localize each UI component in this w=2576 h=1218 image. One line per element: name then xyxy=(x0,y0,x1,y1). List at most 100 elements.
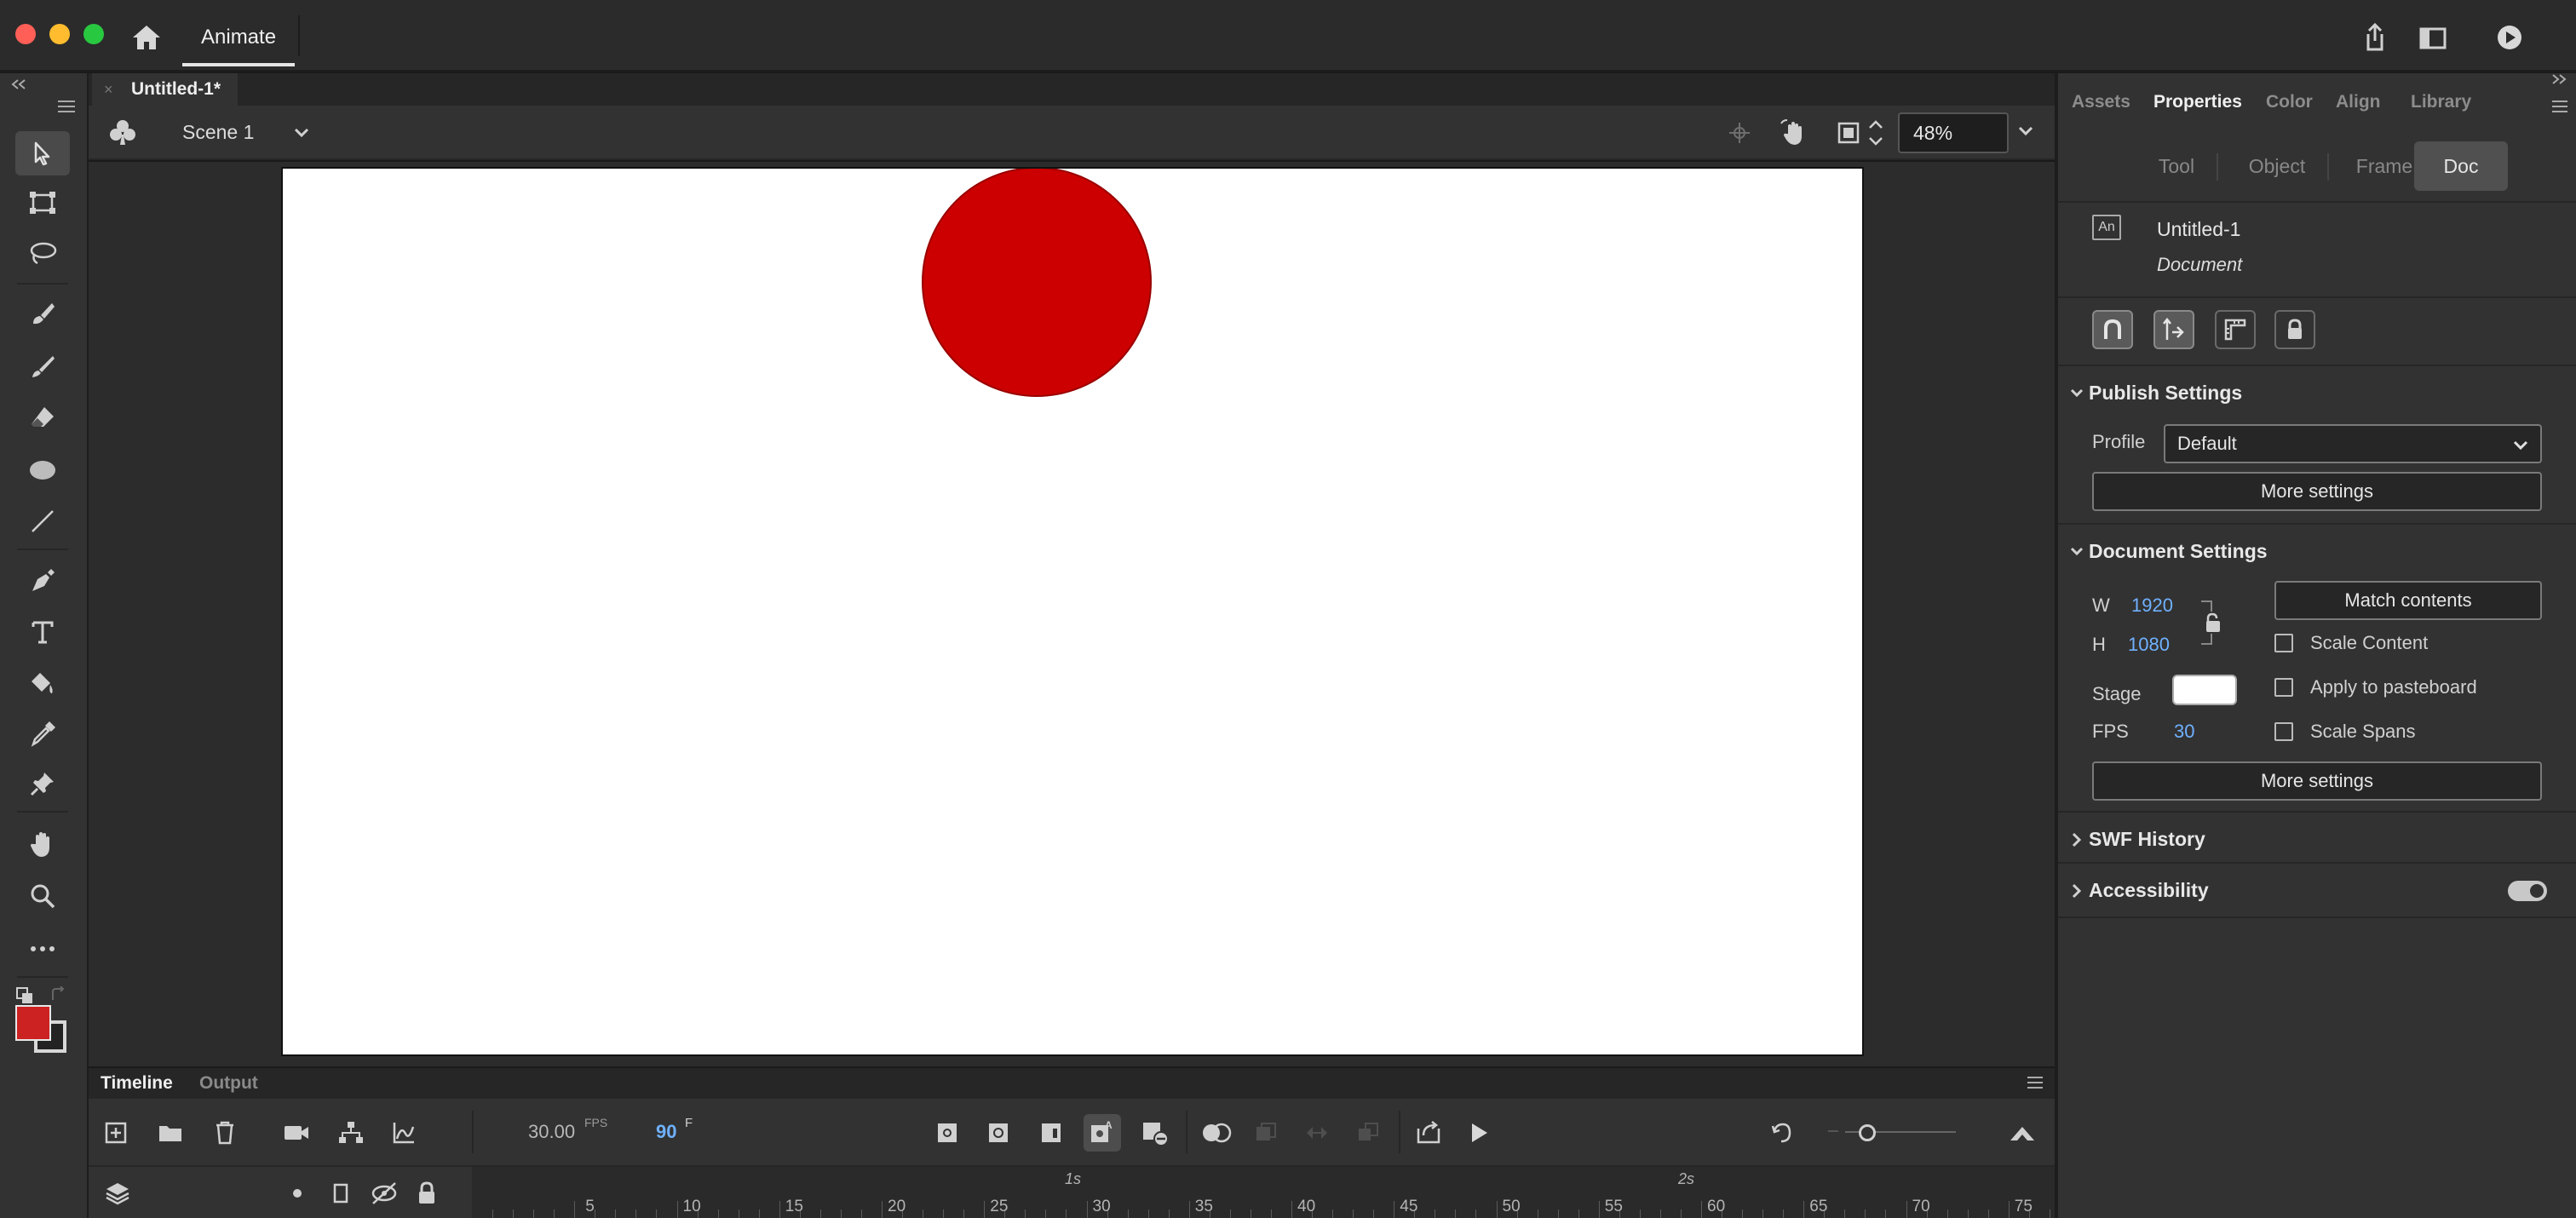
scene-icon[interactable] xyxy=(107,118,138,148)
snap-magnet-icon[interactable] xyxy=(2092,310,2133,349)
zoom-input[interactable]: 48% xyxy=(1898,112,2009,153)
close-window-button[interactable] xyxy=(15,24,36,44)
subtab-object[interactable]: Object xyxy=(2228,141,2326,191)
tab-timeline[interactable]: Timeline xyxy=(101,1068,173,1099)
tab-properties[interactable]: Properties xyxy=(2153,92,2242,112)
selection-tool-icon[interactable] xyxy=(15,131,70,175)
app-tab-animate[interactable]: Animate xyxy=(182,14,296,66)
line-tool-icon[interactable] xyxy=(15,499,70,543)
scale-spans-checkbox[interactable] xyxy=(2274,722,2293,741)
paint-brush-tool-icon[interactable] xyxy=(15,291,70,336)
insert-classic-tween-icon[interactable] xyxy=(1349,1114,1387,1152)
document-tab[interactable]: × Untitled-1* xyxy=(92,73,238,106)
pasteboard[interactable] xyxy=(89,162,2055,1066)
expand-timeline-icon[interactable] xyxy=(2004,1114,2041,1152)
publish-more-settings-button[interactable]: More settings xyxy=(2092,472,2542,511)
tab-align[interactable]: Align xyxy=(2336,92,2381,112)
remove-frame-icon[interactable] xyxy=(1136,1114,1174,1152)
stage[interactable] xyxy=(281,167,1864,1056)
height-value[interactable]: 1080 xyxy=(2128,634,2170,656)
document-more-settings-button[interactable]: More settings xyxy=(2092,761,2542,801)
rulers-icon[interactable] xyxy=(2215,310,2256,349)
timeline-ruler[interactable]: 1s 2s 5 10 15 20 25 30 35 40 45 50 55 60 65 70 75 xyxy=(472,1165,2055,1218)
center-stage-icon[interactable] xyxy=(1722,116,1757,150)
clip-content-icon[interactable] xyxy=(1831,116,1866,150)
panel-menu-icon[interactable] xyxy=(2550,99,2569,114)
graph-icon[interactable] xyxy=(385,1114,423,1152)
tab-color[interactable]: Color xyxy=(2266,92,2313,112)
document-settings-heading[interactable]: Document Settings xyxy=(2089,540,2268,563)
current-frame-value[interactable]: 90 xyxy=(656,1121,676,1143)
new-folder-icon[interactable] xyxy=(152,1114,189,1152)
outline-layers-icon[interactable] xyxy=(332,1182,349,1204)
hand-tool-icon[interactable] xyxy=(15,823,70,867)
chevron-down-icon[interactable] xyxy=(2067,542,2087,562)
scene-name[interactable]: Scene 1 xyxy=(182,121,254,144)
edit-document-properties-icon[interactable] xyxy=(2153,310,2194,349)
eyedropper-tool-icon[interactable] xyxy=(15,712,70,756)
chevron-right-icon[interactable] xyxy=(2067,881,2087,901)
test-movie-play-icon[interactable] xyxy=(2493,20,2527,55)
default-colors-icon[interactable] xyxy=(15,986,34,1005)
link-dimensions-icon[interactable] xyxy=(2199,598,2223,649)
more-tools-icon[interactable] xyxy=(15,927,70,971)
classic-brush-tool-icon[interactable] xyxy=(15,344,70,388)
fps-value[interactable]: 30 xyxy=(2174,721,2194,743)
tab-assets[interactable]: Assets xyxy=(2072,92,2130,112)
minimize-window-button[interactable] xyxy=(49,24,70,44)
paint-bucket-tool-icon[interactable] xyxy=(15,661,70,705)
new-layer-icon[interactable] xyxy=(97,1114,135,1152)
eraser-tool-icon[interactable] xyxy=(15,395,70,440)
panel-menu-icon[interactable] xyxy=(2026,1075,2044,1090)
zoom-out-icon[interactable] xyxy=(1826,1123,1840,1140)
edit-multiple-frames-icon[interactable] xyxy=(1247,1114,1285,1152)
layer-parenting-icon[interactable] xyxy=(332,1114,370,1152)
layers-icon[interactable] xyxy=(104,1181,131,1206)
fps-value[interactable]: 30.00 xyxy=(528,1121,575,1143)
pen-tool-icon[interactable] xyxy=(15,559,70,603)
pin-tool-icon[interactable] xyxy=(15,761,70,806)
width-value[interactable]: 1920 xyxy=(2131,595,2173,617)
lock-icon[interactable] xyxy=(2274,310,2315,349)
zoom-stepper-icon[interactable] xyxy=(1866,116,1886,150)
expand-panel-icon[interactable] xyxy=(2550,73,2567,85)
tab-library[interactable]: Library xyxy=(2411,92,2471,112)
chevron-down-icon[interactable] xyxy=(2015,121,2036,141)
onion-skin-icon[interactable] xyxy=(1198,1114,1235,1152)
oval-tool-icon[interactable] xyxy=(15,448,70,492)
lock-layers-icon[interactable] xyxy=(416,1181,438,1206)
hide-layers-icon[interactable] xyxy=(370,1181,399,1206)
stage-color-swatch[interactable] xyxy=(2172,675,2237,705)
loop-playback-icon[interactable] xyxy=(1411,1114,1448,1152)
lasso-tool-icon[interactable] xyxy=(15,232,70,276)
create-tween-icon[interactable] xyxy=(1298,1114,1336,1152)
highlight-layers-icon[interactable] xyxy=(293,1189,302,1198)
insert-keyframe-icon[interactable] xyxy=(929,1114,966,1152)
auto-keyframe-icon[interactable]: A xyxy=(1084,1114,1121,1152)
free-transform-tool-icon[interactable] xyxy=(15,181,70,225)
tab-output[interactable]: Output xyxy=(199,1068,258,1099)
play-icon[interactable] xyxy=(1460,1114,1498,1152)
fill-color-swatch[interactable] xyxy=(15,1005,51,1041)
share-icon[interactable] xyxy=(2358,20,2392,55)
camera-icon[interactable] xyxy=(278,1114,315,1152)
swap-colors-icon[interactable] xyxy=(49,986,66,1003)
tools-menu-icon[interactable] xyxy=(56,99,77,114)
chevron-down-icon[interactable] xyxy=(291,123,312,143)
red-circle-shape[interactable] xyxy=(922,169,1152,397)
workspace-layout-icon[interactable] xyxy=(2416,20,2450,55)
publish-settings-heading[interactable]: Publish Settings xyxy=(2089,382,2242,405)
swf-history-heading[interactable]: SWF History xyxy=(2089,828,2205,851)
accessibility-toggle[interactable] xyxy=(2508,881,2547,901)
zoom-window-button[interactable] xyxy=(83,24,104,44)
timeline-zoom-slider-knob[interactable] xyxy=(1859,1124,1876,1141)
delete-icon[interactable] xyxy=(206,1114,244,1152)
scale-content-checkbox[interactable] xyxy=(2274,634,2293,652)
chevron-down-icon[interactable] xyxy=(2067,383,2087,404)
insert-frame-icon[interactable] xyxy=(1032,1114,1070,1152)
accessibility-heading[interactable]: Accessibility xyxy=(2089,879,2209,902)
collapse-panel-icon[interactable] xyxy=(10,78,27,90)
subtab-doc[interactable]: Doc xyxy=(2414,141,2508,191)
chevron-right-icon[interactable] xyxy=(2067,830,2087,850)
home-icon[interactable] xyxy=(128,20,165,55)
